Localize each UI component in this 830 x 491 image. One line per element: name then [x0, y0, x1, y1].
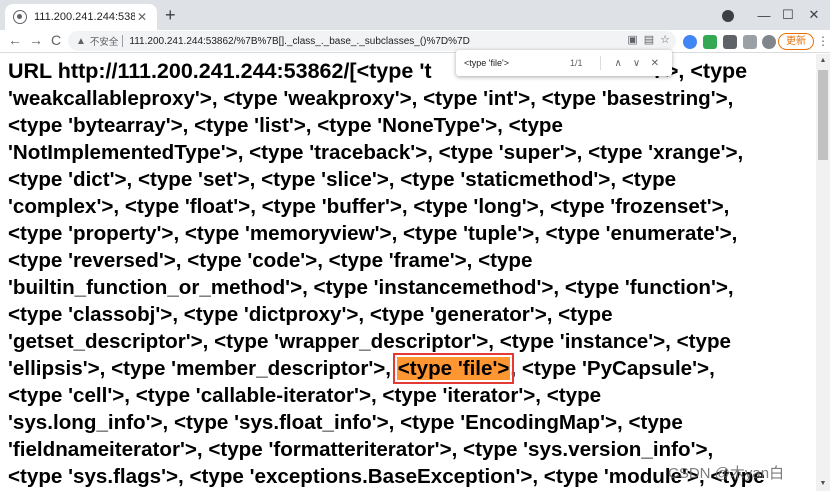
close-window-button[interactable]: ✕: [796, 0, 830, 30]
translate-icon[interactable]: ▤: [644, 33, 654, 46]
text-line: <type 'reversed'>, <type 'code'>, <type …: [8, 249, 533, 272]
url-heading: URL http://111.200.241.244:53862/[<type …: [8, 59, 432, 83]
text-line: 'fieldnameiterator'>, <type 'formatterit…: [8, 438, 714, 461]
tab-close-icon[interactable]: ✕: [135, 10, 149, 24]
extensions-puzzle-icon[interactable]: [743, 35, 757, 49]
text-line: 'weakcallableproxy'>, <type 'weakproxy'>…: [8, 87, 734, 110]
omnibox-divider: [122, 35, 124, 47]
new-tab-button[interactable]: +: [165, 6, 176, 24]
find-input[interactable]: [464, 58, 552, 68]
omnibox-actions: ▣ ▤ ☆: [627, 33, 670, 46]
text-line: 'NotImplementedType'>, <type 'traceback'…: [8, 141, 744, 164]
text-line-1: URL http://111.200.241.244:53862/[<type …: [8, 58, 812, 85]
find-close-icon[interactable]: ✕: [646, 58, 664, 69]
find-next-icon[interactable]: ∨: [627, 58, 645, 69]
scroll-thumb[interactable]: [818, 70, 828, 160]
browser-toolbar: ← → C ▲ 不安全 111.200.241.244:53862/%7B%7B…: [0, 30, 830, 53]
tab-strip: 111.200.241.244:53862/%7B% ✕ + — ☐ ✕: [0, 0, 830, 30]
address-bar[interactable]: ▲ 不安全 111.200.241.244:53862/%7B%7B[]._cl…: [68, 31, 676, 51]
text-line: <type 'cell'>, <type 'callable-iterator'…: [8, 384, 602, 407]
find-previous-icon[interactable]: ∧: [609, 58, 627, 69]
warning-icon[interactable]: ▲: [76, 36, 86, 47]
match-suffix: , <type 'PyCapsule'>,: [510, 357, 715, 380]
forward-button[interactable]: →: [27, 32, 45, 48]
text-line: <type 'bytearray'>, <type 'list'>, <type…: [8, 114, 563, 137]
page-info-icon[interactable]: ▣: [627, 33, 637, 46]
extension-green-icon[interactable]: [703, 35, 717, 49]
extension-badge-icon[interactable]: [723, 35, 737, 49]
chrome-extension-icon[interactable]: [683, 35, 697, 49]
update-button[interactable]: 更新: [778, 33, 814, 50]
vertical-scrollbar[interactable]: ▲ ▼: [816, 54, 830, 491]
browser-menu-icon[interactable]: ⋮: [817, 34, 829, 48]
scroll-up-arrow-icon[interactable]: ▲: [816, 54, 830, 68]
match-prefix: 'ellipsis'>, <type 'member_descriptor'>,: [8, 357, 397, 380]
text-line: 'complex'>, <type 'float'>, <type 'buffe…: [8, 195, 730, 218]
text-line: <type 'property'>, <type 'memoryview'>, …: [8, 222, 738, 245]
page-text: URL http://111.200.241.244:53862/[<type …: [8, 58, 812, 490]
text-line: <type 'dict'>, <type 'set'>, <type 'slic…: [8, 168, 677, 191]
text-line-with-match: 'ellipsis'>, <type 'member_descriptor'>,…: [8, 353, 812, 384]
tab-title: 111.200.241.244:53862/%7B%: [34, 11, 135, 23]
find-divider: [600, 56, 601, 70]
page-content: URL http://111.200.241.244:53862/[<type …: [0, 54, 816, 491]
profile-avatar-icon[interactable]: [762, 35, 776, 49]
url-text[interactable]: 111.200.241.244:53862/%7B%7B[]._class_._…: [129, 36, 469, 47]
reload-button[interactable]: C: [47, 32, 65, 48]
text-line: 'builtin_function_or_method'>, <type 'in…: [8, 276, 734, 299]
globe-icon: [13, 10, 27, 24]
bookmark-star-icon[interactable]: ☆: [660, 33, 670, 46]
find-match-highlight: <type 'file'>: [392, 353, 515, 384]
browser-tab[interactable]: 111.200.241.244:53862/%7B% ✕: [5, 4, 157, 30]
text-line: 'getset_descriptor'>, <type 'wrapper_des…: [8, 330, 731, 353]
back-button[interactable]: ←: [6, 32, 24, 48]
watermark: CSDN @木yan白: [668, 465, 785, 482]
text-line: 'sys.long_info'>, <type 'sys.float_info'…: [8, 411, 683, 434]
scroll-down-arrow-icon[interactable]: ▼: [816, 477, 830, 491]
text-line: <type 'classobj'>, <type 'dictproxy'>, <…: [8, 303, 613, 326]
find-bar: 1/1 ∧ ∨ ✕: [456, 50, 672, 76]
profile-indicator-icon[interactable]: [722, 10, 734, 22]
insecure-label[interactable]: 不安全: [90, 34, 119, 48]
find-match-count: 1/1: [570, 58, 583, 68]
